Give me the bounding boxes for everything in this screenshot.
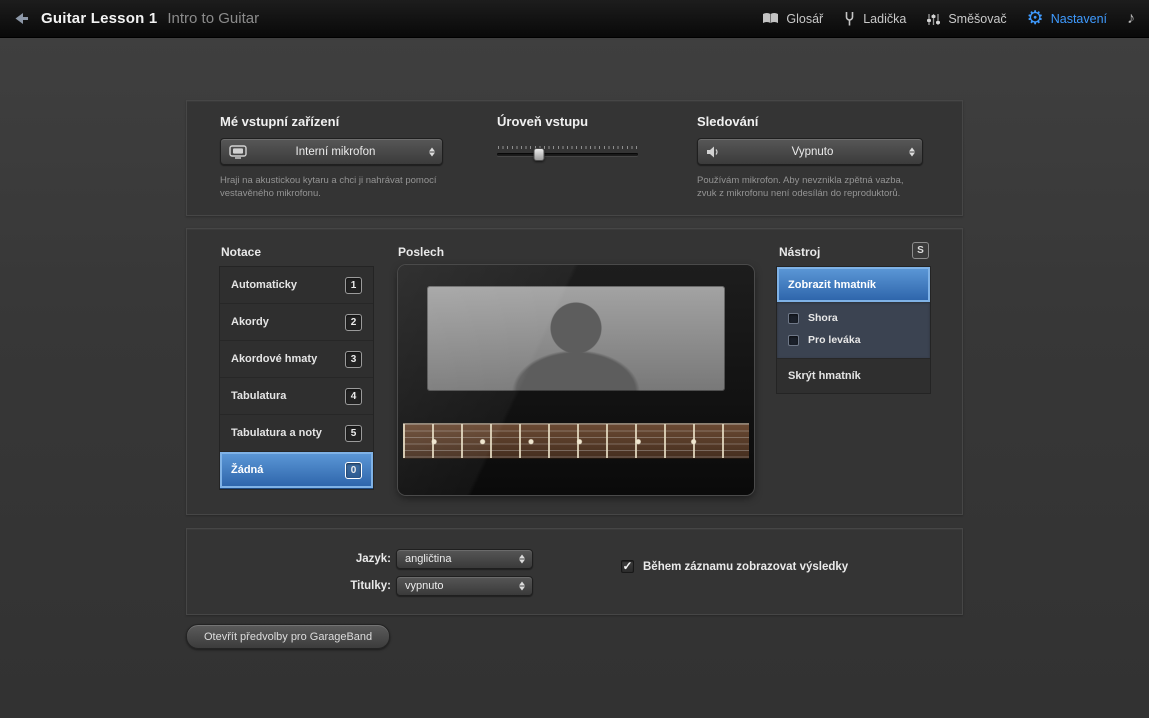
notation-item-label: Žádná: [231, 464, 263, 476]
webcam-feed-silhouette: [427, 286, 725, 391]
video-preview: [398, 265, 754, 495]
input-device-value: Interní mikrofon: [247, 146, 434, 158]
speaker-icon: [706, 145, 721, 159]
show-results-option[interactable]: Během záznamu zobrazovat výsledky: [621, 560, 848, 573]
book-icon: [762, 12, 779, 25]
language-dropdown[interactable]: angličtina: [396, 549, 533, 569]
notation-item-zadna-selected[interactable]: Žádná 0: [220, 452, 373, 489]
input-device-heading: Mé vstupní zařízení: [220, 114, 450, 129]
notation-item-label: Tabulatura a noty: [231, 427, 322, 439]
instrument-list: Zobrazit hmatník Shora Pro leváka Skrýt …: [776, 266, 931, 394]
notation-item-tabulatura-a-noty[interactable]: Tabulatura a noty 5: [220, 415, 373, 452]
glossary-button[interactable]: Glosář: [762, 12, 823, 26]
notation-heading: Notace: [221, 245, 261, 259]
instrument-heading: Nástroj: [779, 245, 820, 259]
tuning-fork-icon: [843, 11, 856, 26]
input-device-dropdown[interactable]: Interní mikrofon: [220, 138, 443, 165]
option-pro-levaka[interactable]: Pro leváka: [788, 331, 919, 349]
mixer-button[interactable]: Směšovač: [926, 12, 1006, 26]
show-fretboard-item-selected[interactable]: Zobrazit hmatník: [777, 267, 930, 302]
pro-levaka-label: Pro leváka: [808, 334, 861, 346]
subtitles-dropdown[interactable]: vypnuto: [396, 576, 533, 596]
show-results-label: Během záznamu zobrazovat výsledky: [643, 561, 848, 573]
notation-item-akordove-hmaty[interactable]: Akordové hmaty 3: [220, 341, 373, 378]
input-level-heading: Úroveň vstupu: [497, 114, 647, 129]
subtitles-label: Titulky:: [307, 580, 391, 592]
language-value: angličtina: [405, 553, 524, 565]
input-device-section: Mé vstupní zařízení Interní mikrofon Hra…: [220, 114, 450, 201]
preferences-panel: Jazyk: angličtina Titulky: vypnuto Během…: [186, 528, 963, 615]
monitoring-dropdown[interactable]: Vypnuto: [697, 138, 923, 165]
notation-item-akordy[interactable]: Akordy 2: [220, 304, 373, 341]
notation-item-automaticky[interactable]: Automaticky 1: [220, 267, 373, 304]
hide-fretboard-item[interactable]: Skrýt hmatník: [777, 358, 930, 393]
lesson-title: Guitar Lesson 1: [41, 10, 157, 27]
settings-label: Nastavení: [1051, 12, 1107, 26]
stepper-arrows-icon: [909, 147, 915, 156]
keycap-badge: 4: [345, 388, 362, 405]
lesson-view-panel: Notace Automaticky 1 Akordy 2 Akordové h…: [186, 228, 963, 515]
keycap-badge: 0: [345, 462, 362, 479]
show-results-checkbox[interactable]: [621, 560, 634, 573]
back-button[interactable]: [14, 12, 29, 25]
monitoring-section: Sledování Vypnuto Používám mikrofon. Aby…: [697, 114, 929, 201]
keycap-badge: 2: [345, 314, 362, 331]
open-garageband-prefs-button[interactable]: Otevřít předvolby pro GarageBand: [186, 624, 390, 649]
preview-heading: Poslech: [398, 245, 444, 259]
guitar-fretboard-image: [403, 423, 749, 459]
display-icon: [229, 145, 247, 159]
stepper-arrows-icon: [429, 147, 435, 156]
show-fretboard-label: Zobrazit hmatník: [788, 279, 876, 291]
pro-levaka-checkbox[interactable]: [788, 335, 799, 346]
mixer-label: Směšovač: [948, 12, 1006, 26]
monitoring-heading: Sledování: [697, 114, 929, 129]
tuner-button[interactable]: Ladička: [843, 11, 906, 26]
input-level-section: Úroveň vstupu: [497, 114, 647, 156]
keycap-badge: 3: [345, 351, 362, 368]
subtitles-value: vypnuto: [405, 580, 524, 592]
settings-button[interactable]: ⚙ Nastavení: [1027, 9, 1107, 28]
notation-item-label: Akordy: [231, 316, 269, 328]
slider-track[interactable]: [497, 153, 638, 156]
notation-item-label: Tabulatura: [231, 390, 286, 402]
music-note-icon: ♪: [1127, 11, 1135, 27]
chord-trainer-button[interactable]: ♪: [1127, 11, 1135, 27]
keycap-badge: 5: [345, 425, 362, 442]
notation-item-label: Automaticky: [231, 279, 297, 291]
shora-label: Shora: [808, 312, 838, 324]
notation-item-label: Akordové hmaty: [231, 353, 317, 365]
monitoring-caption: Používám mikrofon. Aby nevznikla zpětná …: [697, 174, 925, 201]
notation-item-tabulatura[interactable]: Tabulatura 4: [220, 378, 373, 415]
fretboard-options: Shora Pro leváka: [777, 302, 930, 358]
stepper-arrows-icon: [519, 582, 525, 591]
keycap-badge: 1: [345, 277, 362, 294]
back-arrow-icon: [14, 12, 29, 25]
solo-keycap-badge: S: [912, 242, 929, 259]
gear-icon: ⚙: [1027, 9, 1044, 28]
garageband-lesson-settings-window: Guitar Lesson 1 Intro to Guitar Glosář L…: [0, 0, 1149, 718]
input-setup-panel: Mé vstupní zařízení Interní mikrofon Hra…: [186, 100, 963, 216]
toolbar-actions: Glosář Ladička Směšovač: [762, 9, 1135, 28]
slider-tick-marks: [498, 146, 637, 149]
mixer-icon: [926, 12, 941, 26]
hide-fretboard-label: Skrýt hmatník: [788, 370, 861, 382]
input-level-slider[interactable]: [497, 146, 638, 156]
glossary-label: Glosář: [786, 12, 823, 26]
tuner-label: Ladička: [863, 12, 906, 26]
input-device-caption: Hraji na akustickou kytaru a chci ji nah…: [220, 174, 438, 201]
option-shora[interactable]: Shora: [788, 309, 919, 327]
monitoring-value: Vypnuto: [721, 146, 914, 158]
stepper-arrows-icon: [519, 555, 525, 564]
lesson-subtitle: Intro to Guitar: [167, 10, 259, 27]
top-toolbar: Guitar Lesson 1 Intro to Guitar Glosář L…: [0, 0, 1149, 38]
language-label: Jazyk:: [307, 553, 391, 565]
shora-checkbox[interactable]: [788, 313, 799, 324]
input-level-thumb[interactable]: [534, 148, 545, 161]
notation-list: Automaticky 1 Akordy 2 Akordové hmaty 3 …: [219, 266, 374, 490]
